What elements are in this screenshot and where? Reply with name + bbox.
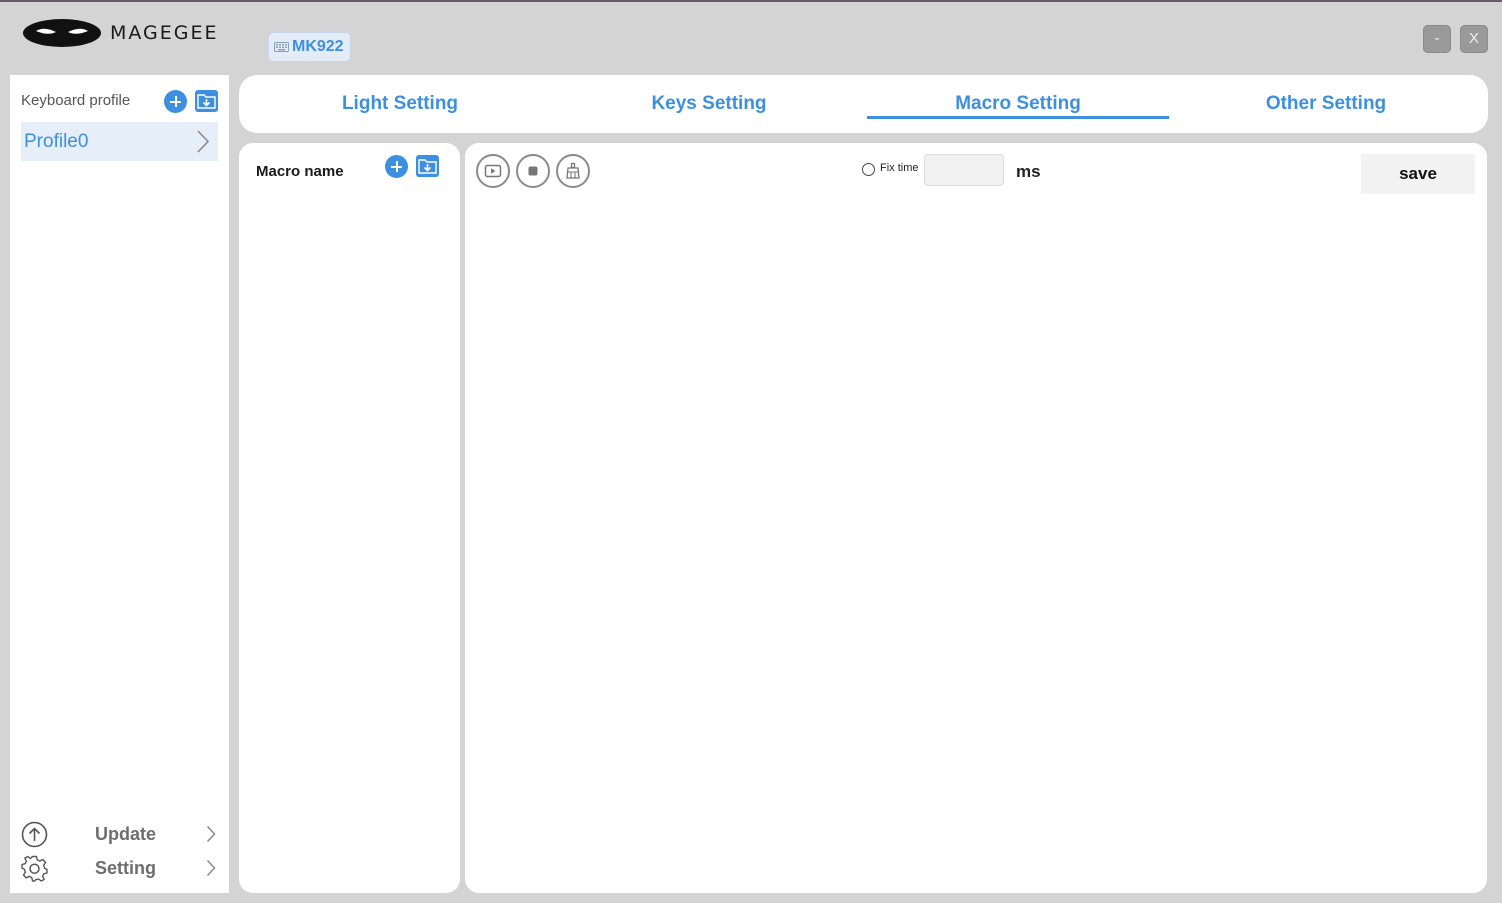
mask-logo-icon	[23, 19, 101, 47]
save-button[interactable]: save	[1361, 154, 1475, 194]
broom-icon	[566, 162, 580, 179]
brand-logo: MAGEGEE	[22, 18, 219, 48]
macro-list-panel: Macro name	[239, 143, 460, 893]
add-profile-button[interactable]	[164, 90, 187, 113]
fix-time-label: Fix time	[880, 162, 919, 174]
profile-header: Keyboard profile	[21, 92, 131, 109]
update-item[interactable]: Update	[21, 818, 218, 850]
folder-download-icon	[418, 159, 437, 174]
tab-light-setting[interactable]: Light Setting	[239, 75, 561, 133]
tab-other-setting[interactable]: Other Setting	[1177, 75, 1475, 133]
tab-macro-setting[interactable]: Macro Setting	[867, 75, 1169, 133]
upload-circle-icon	[21, 821, 48, 848]
fix-time-radio[interactable]	[862, 163, 875, 176]
chevron-right-icon	[206, 859, 216, 877]
update-label: Update	[95, 823, 157, 844]
stop-icon	[528, 166, 538, 176]
add-macro-button[interactable]	[385, 155, 408, 178]
keyboard-icon	[274, 42, 289, 52]
chevron-right-icon	[197, 130, 210, 153]
profile-name: Profile0	[24, 130, 89, 152]
main-tabs: Light Setting Keys Setting Macro Setting…	[239, 75, 1488, 133]
import-profile-button[interactable]	[195, 90, 218, 112]
stop-button[interactable]	[516, 154, 550, 188]
close-button[interactable]: X	[1460, 25, 1488, 53]
device-tab[interactable]: MK922	[268, 32, 351, 62]
time-unit-label: ms	[1016, 162, 1041, 181]
clear-button[interactable]	[556, 154, 590, 188]
tab-keys-setting[interactable]: Keys Setting	[561, 75, 857, 133]
chevron-right-icon	[206, 825, 216, 843]
import-macro-button[interactable]	[416, 155, 439, 177]
fix-time-input[interactable]	[924, 154, 1004, 186]
macro-editor-panel: Fix time ms save	[465, 143, 1487, 893]
minimize-button[interactable]: -	[1423, 25, 1451, 53]
record-button[interactable]	[476, 154, 510, 188]
sidebar: Keyboard profile Profile0 Update Setting	[10, 75, 229, 893]
record-icon	[484, 164, 502, 178]
setting-label: Setting	[95, 857, 156, 878]
device-name: MK922	[292, 38, 344, 55]
macro-event-area[interactable]	[475, 203, 1475, 883]
profile-item[interactable]: Profile0	[21, 122, 218, 161]
folder-download-icon	[197, 94, 216, 109]
gear-icon	[21, 855, 48, 882]
app-window: MAGEGEE MK922 - X Keyboard profile Profi…	[0, 0, 1502, 903]
macro-list-title: Macro name	[256, 163, 344, 180]
brand-name: MAGEGEE	[110, 22, 219, 44]
setting-item[interactable]: Setting	[21, 852, 218, 884]
